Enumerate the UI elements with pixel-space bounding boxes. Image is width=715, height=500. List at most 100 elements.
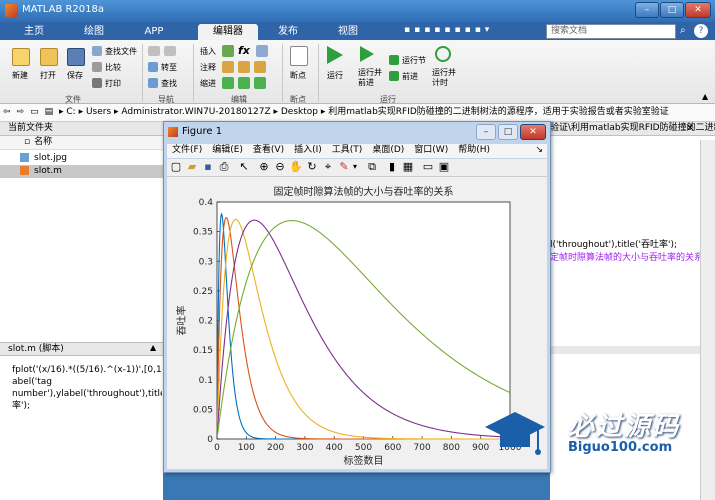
file-item-slot-m[interactable]: slot.m (0, 165, 163, 178)
details-panel-title: slot.m (脚本) (0, 342, 163, 356)
nav-forward-icon[interactable]: ⇨ (14, 107, 28, 117)
colorbar-icon[interactable]: ▮ (385, 160, 399, 174)
breakpoint-button[interactable]: 断点 (290, 70, 306, 81)
run-advance-icon (360, 46, 374, 62)
legend-icon[interactable]: ▦ (401, 160, 415, 174)
compare-button[interactable]: 比较 (105, 62, 121, 73)
path-project[interactable]: 利用matlab实现RFID防碰撞的二进制树法的源程序，适用于实验报告或者实验室… (328, 107, 669, 117)
find-files-button[interactable]: 查找文件 (105, 46, 137, 57)
run-section-button[interactable]: 运行节 (402, 55, 426, 66)
editor-hscroll[interactable] (550, 346, 700, 354)
find-files-icon (92, 46, 102, 56)
close-panel-icon[interactable]: ✕ (686, 123, 694, 134)
tab-view[interactable]: 视图 (322, 24, 374, 40)
insert-button[interactable]: 插入 (200, 46, 216, 57)
figure-menubar: 文件(F) 编辑(E) 查看(V) 插入(I) 工具(T) 桌面(D) 窗口(W) 帮助(H)… (167, 144, 547, 158)
file-name: slot.jpg (34, 153, 68, 163)
maximize-button[interactable]: □ (660, 2, 684, 18)
x-tick-label: 300 (296, 443, 313, 453)
figure-close-button[interactable]: ✕ (520, 124, 546, 140)
name-column-header[interactable]: ▫ 名称 (0, 136, 163, 150)
hide-plot-tools-icon[interactable]: ▭ (421, 160, 435, 174)
pan-icon[interactable]: ✋ (289, 160, 303, 174)
open-icon (40, 48, 58, 66)
tab-publish[interactable]: 发布 (262, 24, 314, 40)
up-folder-icon[interactable]: ▭ (27, 107, 42, 117)
brush-dropdown-icon[interactable]: ▾ (351, 160, 359, 174)
close-button[interactable]: ✕ (685, 2, 711, 18)
path-admin[interactable]: Administrator.WIN7U-20180127Z (121, 107, 270, 117)
path-users[interactable]: Users (86, 107, 111, 117)
minimize-button[interactable]: – (635, 2, 659, 18)
print-button[interactable]: 打印 (105, 78, 121, 89)
menu-tools[interactable]: 工具(T) (327, 145, 368, 155)
y-tick-label: 0.3 (199, 257, 213, 267)
zoom-in-icon[interactable]: ⊕ (257, 160, 271, 174)
code-line: fplot('(x/16).*((5/16).^(x-1))',[0,1000]… (12, 365, 162, 375)
open-file-icon[interactable]: ▰ (185, 160, 199, 174)
increase-indent-icon[interactable] (254, 77, 266, 89)
quick-access-toolbar[interactable]: ▪▪▪▪▪▪▪▪▾ (404, 25, 542, 38)
forward-icon[interactable] (164, 46, 176, 56)
nav-back-icon[interactable]: ⇦ (0, 107, 14, 117)
indent-icon[interactable] (222, 77, 234, 89)
run-button[interactable]: 运行 (327, 70, 343, 81)
browse-icon[interactable]: ▤ (42, 107, 57, 117)
goto-button[interactable]: 转至 (161, 62, 177, 73)
path-drive[interactable]: C: (66, 107, 75, 117)
comment-icon[interactable] (222, 61, 234, 73)
new-figure-icon[interactable]: ▢ (169, 160, 183, 174)
file-item-slot-jpg[interactable]: slot.jpg (0, 152, 163, 165)
pointer-icon[interactable]: ↖ (237, 160, 251, 174)
link-plot-icon[interactable]: ⧉ (365, 160, 379, 174)
fx-icon[interactable]: fx (238, 44, 250, 57)
y-tick-label: 0.05 (193, 405, 213, 415)
comment-button[interactable]: 注释 (200, 62, 216, 73)
back-icon[interactable] (148, 46, 160, 56)
menu-window[interactable]: 窗口(W) (409, 145, 453, 155)
menu-desktop[interactable]: 桌面(D) (367, 145, 409, 155)
data-cursor-icon[interactable]: ⌖ (321, 160, 335, 174)
editor-scrollbar[interactable] (700, 140, 715, 360)
wrap-icon[interactable] (254, 61, 266, 73)
figure-minimize-button[interactable]: – (476, 124, 496, 140)
decrease-indent-icon[interactable] (238, 77, 250, 89)
search-input[interactable]: 搜索文档 (546, 24, 676, 39)
brush-icon[interactable]: ✎ (337, 160, 351, 174)
figure-maximize-button[interactable]: □ (498, 124, 518, 140)
open-button[interactable]: 打开 (40, 70, 56, 81)
rotate-icon[interactable]: ↻ (305, 160, 319, 174)
uncomment-icon[interactable] (238, 61, 250, 73)
menu-file[interactable]: 文件(F) (167, 145, 207, 155)
new-button[interactable]: 新建 (12, 70, 28, 81)
code-preview: fplot('(x/16).*((5/16).^(x-1))',[0,1000]… (0, 356, 163, 500)
details-toggle-icon[interactable]: ▲ (150, 343, 156, 352)
menu-help[interactable]: 帮助(H) (453, 145, 495, 155)
insert-menu-icon[interactable] (256, 45, 268, 57)
save-figure-icon[interactable]: ▪ (201, 160, 215, 174)
run-and-advance-button[interactable]: 运行并 前进 (358, 68, 382, 88)
menu-view[interactable]: 查看(V) (248, 145, 289, 155)
search-icon[interactable]: ⌕ (680, 25, 686, 36)
save-button[interactable]: 保存 (67, 70, 83, 81)
print-figure-icon[interactable]: ⎙ (217, 160, 231, 174)
undock-icon[interactable]: ↘ (535, 144, 543, 157)
run-section-icon (389, 55, 399, 65)
tab-home[interactable]: 主页 (8, 24, 60, 40)
find-button[interactable]: 查找 (161, 78, 177, 89)
advance-button[interactable]: 前进 (402, 71, 418, 82)
tab-editor[interactable]: 编辑器 (198, 24, 258, 40)
zoom-out-icon[interactable]: ⊖ (273, 160, 287, 174)
insert-icon[interactable] (222, 45, 234, 57)
menu-edit[interactable]: 编辑(E) (207, 145, 248, 155)
collapse-ribbon-icon[interactable]: ▲ (702, 92, 708, 101)
run-and-time-button[interactable]: 运行并 计时 (432, 68, 456, 88)
menu-insert[interactable]: 插入(I) (289, 145, 327, 155)
tab-plots[interactable]: 绘图 (68, 24, 120, 40)
tab-apps[interactable]: APP (128, 24, 180, 40)
indent-button[interactable]: 缩进 (200, 78, 216, 89)
help-icon[interactable]: ? (694, 24, 708, 38)
show-plot-tools-icon[interactable]: ▣ (437, 160, 451, 174)
path-desktop[interactable]: Desktop (281, 107, 318, 117)
address-bar[interactable]: ⇦ ⇨ ▭ ▤ ▸ C: ▸ Users ▸ Administrator.WIN7U-… (0, 104, 715, 122)
